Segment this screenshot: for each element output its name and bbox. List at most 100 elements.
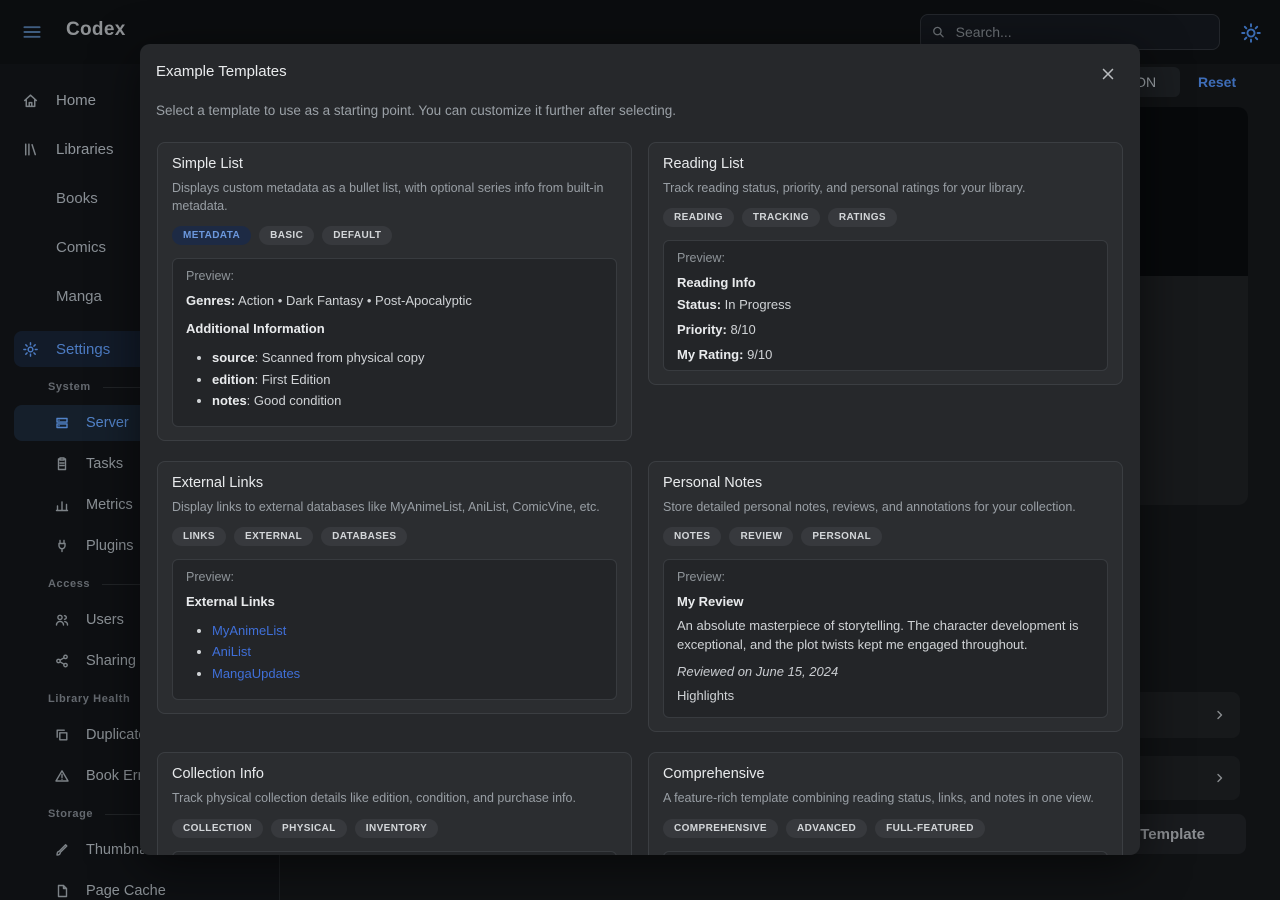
template-title: External Links [172,475,617,491]
file-icon [54,883,70,899]
template-preview: Preview:Reading StatusStatusRatingPriori… [663,851,1108,855]
template-badge: PHYSICAL [271,819,347,838]
list-item: edition: First Edition [212,371,603,389]
search-input[interactable] [954,23,1209,41]
template-description: Track physical collection details like e… [172,789,617,807]
sidebar-item-label: Libraries [56,141,114,158]
template-badge: PERSONAL [801,527,882,546]
library-icon [22,141,39,158]
sidebar-item-label: Tasks [86,456,123,472]
template-card-simple-list[interactable]: Simple ListDisplays custom metadata as a… [157,142,632,441]
external-link[interactable]: MyAnimeList [212,623,286,638]
preview-field: Priority: 8/10 [677,321,1094,340]
preview-field: My Rating: 9/10 [677,346,1094,365]
template-badge: REVIEW [729,527,793,546]
template-badge: INVENTORY [355,819,438,838]
template-badges: LINKSEXTERNALDATABASES [172,527,617,546]
preview-field: Status: In Progress [677,296,1094,315]
list-item: MyAnimeList [212,622,603,640]
template-badge: READING [663,208,734,227]
template-title: Reading List [663,156,1108,172]
preview-text: Highlights [677,687,1094,706]
modal-subtitle: Select a template to use as a starting p… [140,83,1140,118]
sidebar-item-label: Metrics [86,497,133,513]
sidebar-section-title: System [48,381,91,393]
preview-link-list: MyAnimeList AniList MangaUpdates [186,622,603,683]
plug-icon [54,538,70,554]
share-icon [54,653,70,669]
template-preview: Preview: Genres: Action • Dark Fantasy • … [172,258,617,426]
preview-label: Preview: [186,570,603,584]
preview-label: Preview: [677,251,1094,265]
template-badges: COLLECTION PHYSICAL INVENTORY [172,819,617,838]
preview-heading: External Links [186,594,603,609]
template-description: Display links to external databases like… [172,498,617,516]
preview-text: An absolute masterpiece of storytelling.… [677,617,1094,655]
external-link[interactable]: AniList [212,644,251,659]
template-card-comprehensive[interactable]: Comprehensive A feature-rich template com… [648,752,1123,855]
template-preview: Preview: Reading Info Status: In Progress P… [663,240,1108,371]
reset-button[interactable]: Reset [1198,74,1236,90]
sidebar-item-label: Plugins [86,538,134,554]
sidebar-item-label: Server [86,415,129,431]
template-badge: COLLECTION [172,819,263,838]
preview-bullet-list: source: Scanned from physical copy editio… [186,349,603,410]
template-title: Collection Info [172,766,617,782]
preview-heading: Additional Information [186,321,603,336]
template-badge: DATABASES [321,527,407,546]
template-preview: Preview:Collection DetailsFormat: Hardco… [172,851,617,855]
warning-icon [54,768,70,784]
sidebar-item-label: Books [56,190,98,207]
template-description: Track reading status, priority, and pers… [663,179,1108,197]
template-description: Store detailed personal notes, reviews, … [663,498,1108,516]
sun-icon[interactable] [1240,22,1262,44]
external-link[interactable]: MangaUpdates [212,666,300,681]
bar-chart-icon [54,497,70,513]
template-title: Comprehensive [663,766,1108,782]
app-title: Codex [66,19,126,41]
preview-heading: Reading Info [677,275,1094,290]
chevron-right-icon [1212,707,1228,723]
template-badges: COMPREHENSIVEADVANCEDFULL-FEATURED [663,819,1108,838]
template-preview: Preview:My ReviewAn absolute masterpiece… [663,559,1108,719]
template-card-collection-info[interactable]: Collection Info Track physical collection… [157,752,632,855]
preview-field: Genres: Action • Dark Fantasy • Post-Apo… [186,292,603,311]
list-item: AniList [212,643,603,661]
template-description: Displays custom metadata as a bullet lis… [172,179,617,215]
sidebar-item-label: Home [56,92,96,109]
template-badge: DEFAULT [322,226,392,245]
brush-icon [54,842,70,858]
template-title: Personal Notes [663,475,1108,491]
template-card-reading-list[interactable]: Reading List Track reading status, priori… [648,142,1123,385]
example-templates-modal: Example Templates Select a template to u… [140,44,1140,855]
sidebar-section-title: Library Health [48,693,130,705]
clipboard-icon [54,456,70,472]
template-badge: EXTERNAL [234,527,313,546]
template-preview: Preview: External Links MyAnimeList AniList… [172,559,617,700]
sidebar-item-page-cache[interactable]: Page Cache [14,873,265,900]
sidebar-item-label: Settings [56,341,110,358]
sidebar-section-title: Storage [48,808,93,820]
template-description: A feature-rich template combining readin… [663,789,1108,807]
sidebar-item-label: Manga [56,288,102,305]
template-card-external-links[interactable]: External Links Display links to external … [157,461,632,714]
gear-icon [22,341,39,358]
server-icon [54,415,70,431]
preview-label: Preview: [186,269,603,283]
sidebar-item-label: Sharing [86,653,136,669]
copy-icon [54,727,70,743]
chevron-right-icon [1212,770,1228,786]
close-icon[interactable] [1099,65,1117,83]
template-badge: COMPREHENSIVE [663,819,778,838]
home-icon [22,92,39,109]
list-item: notes: Good condition [212,392,603,410]
list-item: source: Scanned from physical copy [212,349,603,367]
template-card-personal-notes[interactable]: Personal Notes Store detailed personal no… [648,461,1123,733]
template-badge: BASIC [259,226,314,245]
menu-icon[interactable] [20,21,44,43]
list-item: MangaUpdates [212,665,603,683]
template-badges: NOTESREVIEWPERSONAL [663,527,1108,546]
users-icon [54,612,70,628]
sidebar-item-label: Comics [56,239,106,256]
preview-label: Preview: [677,570,1094,584]
